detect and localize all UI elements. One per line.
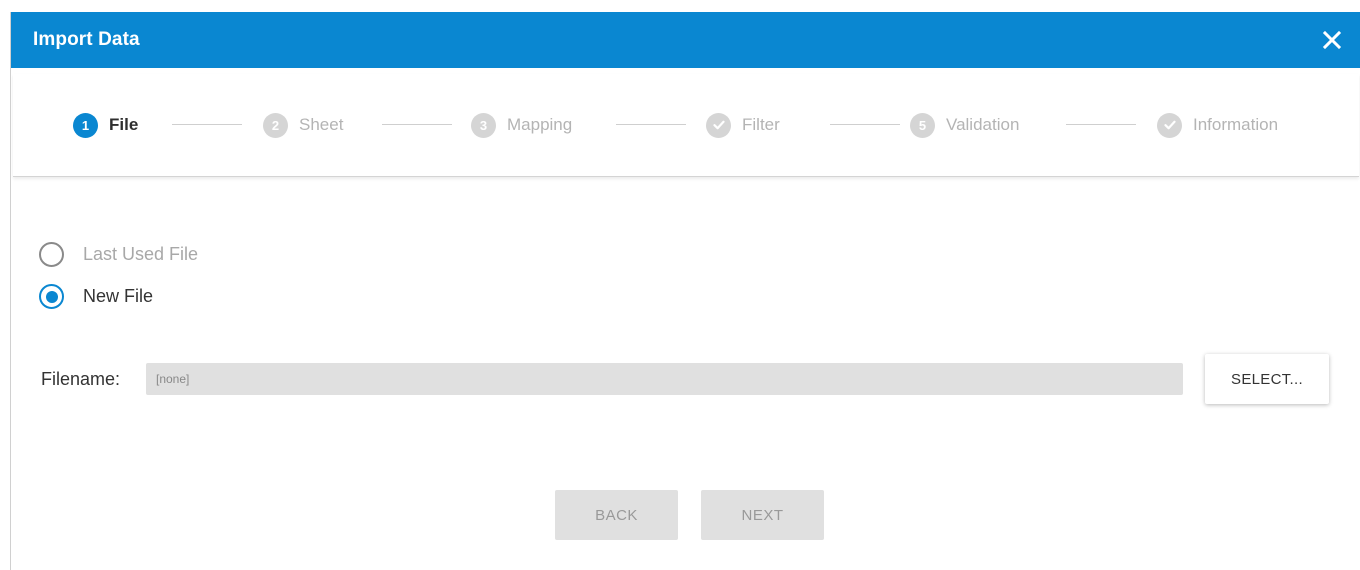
step-label: Mapping xyxy=(507,115,573,134)
step-connector xyxy=(1066,124,1136,125)
step-label: Validation xyxy=(946,115,1020,134)
step-connector xyxy=(616,124,686,125)
step-number: 5 xyxy=(910,112,935,138)
next-button[interactable]: NEXT xyxy=(701,490,824,540)
step-label: Sheet xyxy=(299,115,344,134)
check-icon xyxy=(1157,112,1182,138)
step-connector xyxy=(382,124,452,125)
step-validation[interactable]: 5 Validation xyxy=(910,112,1019,138)
radio-label: Last Used File xyxy=(83,244,199,264)
step-label: Filter xyxy=(742,115,780,134)
filename-label: Filename: xyxy=(41,369,121,389)
step-label: Information xyxy=(1193,115,1279,134)
radio-button[interactable] xyxy=(39,284,64,309)
step-number: 1 xyxy=(73,112,98,138)
radio-new-file[interactable]: New File xyxy=(39,284,153,309)
dialog-title: Import Data xyxy=(33,29,140,50)
close-icon[interactable] xyxy=(1317,25,1347,55)
radio-last-used-file[interactable]: Last Used File xyxy=(39,242,198,267)
step-connector xyxy=(830,124,900,125)
step-connector xyxy=(172,124,242,125)
step-label: File xyxy=(109,115,139,134)
step-filter[interactable]: Filter xyxy=(706,112,780,138)
filename-field: [none] xyxy=(146,363,1183,395)
check-icon xyxy=(706,112,731,138)
radio-button[interactable] xyxy=(39,242,64,267)
step-file[interactable]: 1 File xyxy=(73,112,138,138)
import-data-dialog: Import Data 1 File 2 Sheet 3 Mapping Fil… xyxy=(10,12,1360,570)
step-sheet[interactable]: 2 Sheet xyxy=(263,112,343,138)
wizard-stepper: 1 File 2 Sheet 3 Mapping Filter 5 Valida… xyxy=(13,74,1359,177)
radio-label: New File xyxy=(83,286,154,306)
step-number: 2 xyxy=(263,112,288,138)
step-information[interactable]: Information xyxy=(1157,112,1278,138)
dialog-titlebar: Import Data xyxy=(11,12,1360,68)
select-file-button[interactable]: SELECT... xyxy=(1205,354,1329,404)
back-button[interactable]: BACK xyxy=(555,490,678,540)
step-mapping[interactable]: 3 Mapping xyxy=(471,112,572,138)
step-number: 3 xyxy=(471,112,496,138)
